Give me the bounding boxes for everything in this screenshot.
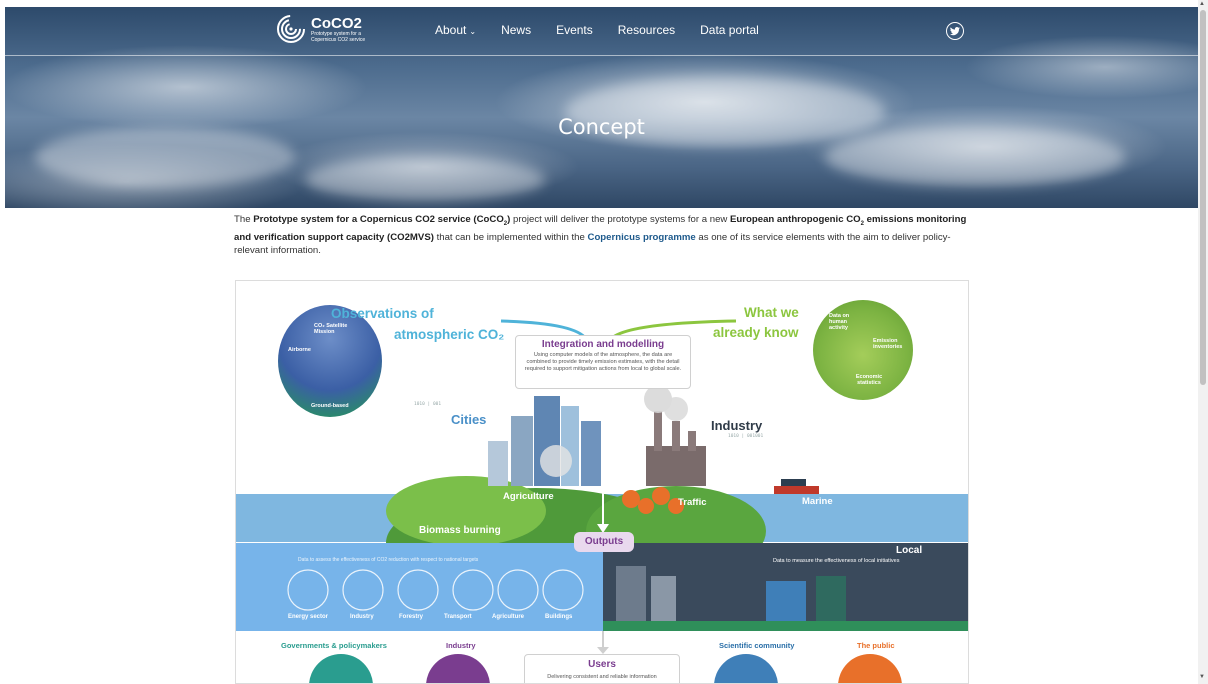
user-governments-label: Governments & policymakers bbox=[281, 641, 387, 650]
known-title-1: What we bbox=[744, 305, 799, 320]
known-human-label: Data on human activity bbox=[829, 313, 850, 331]
agriculture-label: Agriculture bbox=[503, 491, 554, 502]
page-title: Concept bbox=[558, 115, 645, 139]
known-economic-label: Economic statistics bbox=[855, 374, 883, 386]
copernicus-link[interactable]: Copernicus programme bbox=[588, 232, 696, 243]
sector-energy-label: Energy sector bbox=[288, 614, 329, 620]
local-title: Local bbox=[896, 545, 923, 556]
known-inventories-label: Emission inventories bbox=[873, 338, 903, 350]
binary-text: 1010 | 001 bbox=[414, 402, 442, 407]
sector-transport-label: Transport bbox=[444, 614, 472, 620]
scroll-up-arrow-icon[interactable]: ▲ bbox=[1199, 1, 1205, 7]
traffic-label: Traffic bbox=[678, 497, 707, 508]
sector-industry-label: Industry bbox=[350, 614, 374, 620]
nav-item-resources[interactable]: Resources bbox=[618, 23, 675, 37]
obs-airborne-label: Airborne bbox=[288, 347, 311, 353]
users-box: Users Delivering consistent and reliable… bbox=[524, 654, 680, 683]
integration-box: Integration and modelling Using computer… bbox=[515, 335, 691, 389]
national-text: Data to assess the effectiveness of CO2 … bbox=[298, 557, 479, 563]
top-navigation: CoCO2 Prototype system for a Copernicus … bbox=[5, 7, 1198, 56]
site-logo[interactable]: CoCO2 Prototype system for a Copernicus … bbox=[275, 13, 371, 45]
integration-text: Using computer models of the atmosphere,… bbox=[524, 352, 682, 372]
users-text: Delivering consistent and reliable infor… bbox=[547, 674, 657, 680]
local-text: Data to measure the effectiveness of loc… bbox=[773, 558, 900, 564]
nav-item-events[interactable]: Events bbox=[556, 23, 593, 37]
user-industry-label: Industry bbox=[446, 641, 476, 650]
logo-swirl-icon bbox=[277, 15, 305, 43]
obs-satellite-label: CO₂ Satellite Mission bbox=[314, 323, 348, 335]
observations-title-1: Observations of bbox=[331, 306, 434, 321]
scrollbar-thumb[interactable] bbox=[1200, 10, 1206, 385]
twitter-icon[interactable] bbox=[946, 22, 964, 40]
sector-buildings-label: Buildings bbox=[545, 614, 573, 620]
scroll-down-arrow-icon[interactable]: ▼ bbox=[1199, 674, 1205, 680]
user-public-label: The public bbox=[857, 641, 895, 650]
nav-item-news[interactable]: News bbox=[501, 23, 531, 37]
biomass-label: Biomass burning bbox=[419, 525, 501, 536]
marine-label: Marine bbox=[802, 496, 833, 507]
nav-links: About ⌄ News Events Resources Data portal bbox=[435, 23, 784, 37]
logo-subtitle: Prototype system for a Copernicus CO2 se… bbox=[311, 30, 366, 43]
logo-title: CoCO2 bbox=[311, 14, 362, 32]
concept-infographic: Observations of atmospheric CO₂ CO₂ Sate… bbox=[235, 280, 969, 684]
chevron-down-icon: ⌄ bbox=[469, 27, 477, 36]
hero-banner: CoCO2 Prototype system for a Copernicus … bbox=[5, 7, 1198, 208]
sector-forestry-label: Forestry bbox=[399, 614, 424, 620]
obs-ground-label: Ground-based bbox=[311, 403, 349, 409]
observations-circle bbox=[278, 305, 382, 417]
user-scientific-label: Scientific community bbox=[719, 641, 795, 650]
binary-text: 1010 | 001001 bbox=[728, 434, 764, 439]
intro-paragraph: The Prototype system for a Copernicus CO… bbox=[234, 214, 967, 256]
nav-item-data-portal[interactable]: Data portal bbox=[700, 23, 759, 37]
cloud-shape bbox=[305, 157, 545, 202]
industry-label: Industry bbox=[711, 418, 763, 433]
users-title: Users bbox=[588, 659, 616, 670]
nav-item-about[interactable]: About ⌄ bbox=[435, 23, 476, 37]
sector-agriculture-label: Agriculture bbox=[492, 614, 525, 620]
cities-label: Cities bbox=[451, 412, 487, 427]
observations-title-2: atmospheric CO₂ bbox=[394, 327, 505, 342]
outputs-badge: Outputs bbox=[574, 532, 634, 552]
integration-title: Integration and modelling bbox=[541, 339, 665, 350]
known-title-2: already know bbox=[713, 325, 799, 340]
